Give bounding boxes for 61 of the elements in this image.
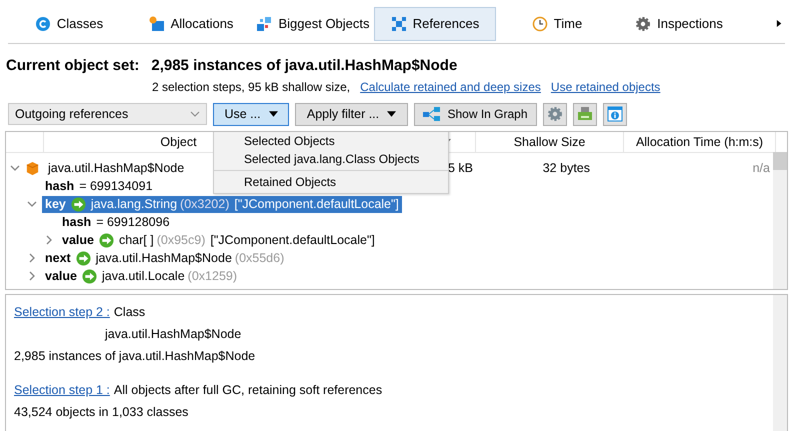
tree-node[interactable]: value char[ ] (0x95c9) ["JComponent.defaultLocale"] bbox=[59, 232, 378, 248]
gear-icon bbox=[635, 16, 652, 32]
expand-toggle-icon[interactable] bbox=[27, 271, 37, 281]
scrollbar-thumb[interactable] bbox=[773, 152, 787, 170]
field-value: hash = 699128096 bbox=[61, 214, 171, 230]
tree-node[interactable]: key java.lang.String (0x3202) ["JComponent.defaultLocale"] bbox=[42, 196, 402, 212]
expand-toggle-icon[interactable] bbox=[27, 253, 37, 263]
settings-button[interactable] bbox=[543, 102, 567, 126]
step-result: 43,524 objects in 1,033 classes bbox=[14, 404, 190, 419]
view-tab[interactable]: Time bbox=[496, 6, 618, 40]
use-button[interactable]: Use ... bbox=[213, 102, 289, 126]
caret-icon bbox=[268, 111, 278, 117]
step-detail: java.util.HashMap$Node bbox=[104, 326, 242, 341]
table-cell: 5 kB bbox=[448, 161, 473, 175]
caret-icon bbox=[387, 111, 396, 117]
more-tabs-icon[interactable] bbox=[776, 19, 783, 28]
gear-icon bbox=[547, 106, 563, 122]
show-in-graph-button[interactable]: Show In Graph bbox=[414, 102, 537, 126]
view-tab[interactable]: Biggest Objects bbox=[252, 6, 374, 40]
selection-step-link[interactable]: Selection step 2 : bbox=[14, 305, 110, 319]
info-icon bbox=[607, 106, 623, 122]
squares-icon bbox=[256, 16, 272, 32]
step-result: 2,985 instances of java.util.HashMap$Node bbox=[14, 348, 256, 363]
view-tab[interactable]: Classes bbox=[8, 6, 130, 40]
chevron-icon bbox=[190, 111, 200, 117]
expand-toggle-icon[interactable] bbox=[27, 199, 37, 209]
selection-step-link[interactable]: Selection step 1 : bbox=[14, 383, 110, 397]
heading-label: Current object set: bbox=[6, 57, 140, 74]
clock-icon bbox=[532, 16, 548, 32]
table-cell: 32 bytes bbox=[542, 161, 590, 175]
menu-item[interactable]: Retained Objects bbox=[214, 173, 448, 191]
export-button[interactable] bbox=[573, 102, 597, 126]
scrollbar[interactable] bbox=[773, 152, 787, 289]
step-label: Class bbox=[114, 305, 146, 319]
column-header[interactable]: Shallow Size bbox=[476, 132, 624, 152]
letter-c-icon bbox=[34, 16, 51, 32]
blocks-icon bbox=[148, 16, 165, 32]
summary-link[interactable]: Use retained objects bbox=[550, 80, 660, 94]
printer-icon bbox=[577, 106, 593, 122]
view-tab[interactable]: Allocations bbox=[130, 6, 252, 40]
info-button[interactable] bbox=[603, 102, 627, 126]
field-value: hash = 699134091 bbox=[44, 178, 154, 194]
heading-value: 2,985 instances of java.util.HashMap$Node bbox=[151, 57, 458, 74]
graph-icon bbox=[423, 107, 442, 121]
scrollbar[interactable] bbox=[773, 295, 787, 431]
tree-node[interactable]: java.util.HashMap$Node bbox=[45, 160, 188, 176]
summary-text: 2 selection steps, 95 kB shallow size, bbox=[152, 80, 350, 94]
table-cell: n/a bbox=[752, 161, 770, 175]
step-label: All objects after full GC, retaining soft references bbox=[114, 383, 382, 397]
view-tab[interactable]: Inspections bbox=[618, 6, 740, 40]
view-tab[interactable]: References bbox=[374, 6, 496, 40]
view-select[interactable]: Outgoing references bbox=[8, 103, 207, 125]
expand-toggle-icon[interactable] bbox=[10, 163, 20, 173]
tree-node[interactable]: value java.util.Locale (0x1259) bbox=[42, 268, 240, 284]
cube-icon bbox=[25, 160, 40, 176]
tree-node[interactable]: next java.util.HashMap$Node (0x55d6) bbox=[42, 250, 288, 266]
expand-toggle-icon[interactable] bbox=[44, 235, 54, 245]
network-icon bbox=[390, 16, 407, 32]
menu-item[interactable]: Selected java.lang.Class Objects bbox=[214, 150, 448, 168]
summary-link[interactable]: Calculate retained and deep sizes bbox=[360, 80, 541, 94]
apply-filter-button[interactable]: Apply filter ... bbox=[295, 102, 408, 126]
